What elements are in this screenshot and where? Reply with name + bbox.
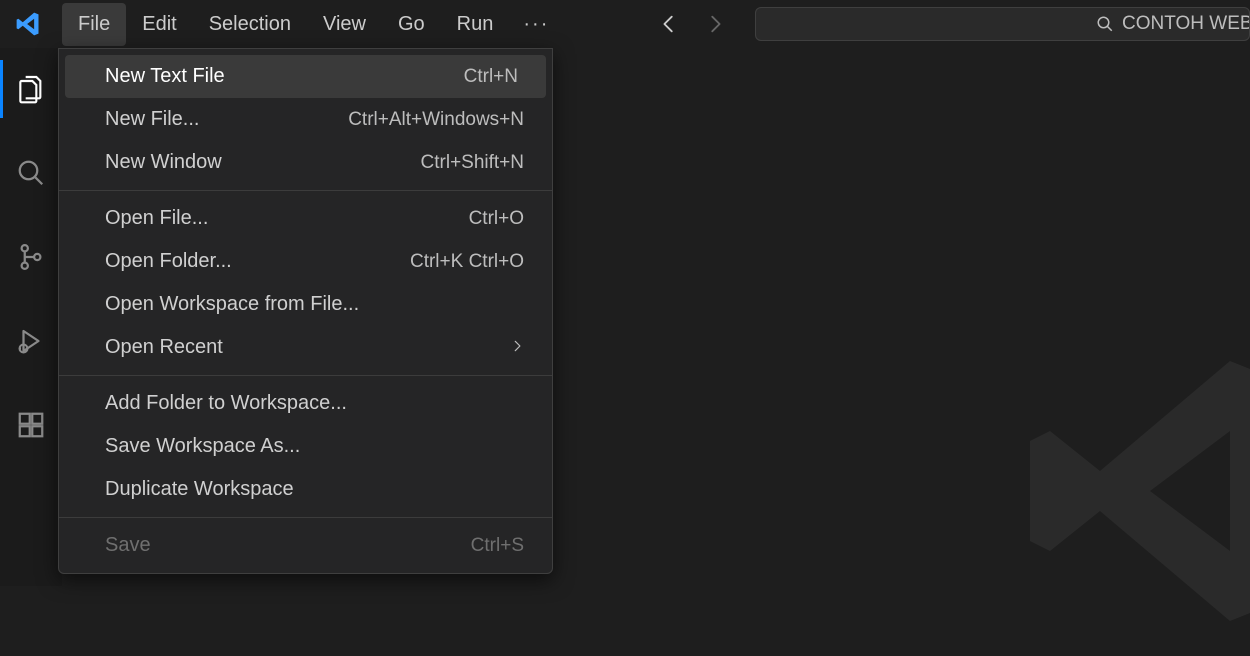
menu-label: Selection: [209, 13, 291, 35]
menu-item-run[interactable]: Run: [441, 3, 510, 46]
menu-label: Go: [398, 13, 425, 35]
activity-bar: [0, 48, 62, 586]
menu-label: File: [78, 13, 110, 35]
menu-overflow-button[interactable]: ···: [509, 3, 563, 46]
nav-arrows: [655, 0, 729, 48]
menu-save[interactable]: Save Ctrl+S: [59, 524, 552, 567]
explorer-icon: [15, 73, 47, 105]
menu-duplicate-workspace[interactable]: Duplicate Workspace: [59, 468, 552, 511]
menu-item-label: Save: [105, 534, 151, 557]
vscode-logo-icon: [12, 8, 44, 40]
activity-explorer[interactable]: [0, 66, 62, 112]
menu-save-workspace-as[interactable]: Save Workspace As...: [59, 425, 552, 468]
menu-item-shortcut: Ctrl+S: [471, 535, 524, 557]
menu-item-go[interactable]: Go: [382, 3, 441, 46]
menu-item-view[interactable]: View: [307, 3, 382, 46]
menu-open-recent[interactable]: Open Recent: [59, 326, 552, 369]
nav-forward-button[interactable]: [701, 10, 729, 38]
activity-source-control[interactable]: [0, 234, 62, 280]
menu-separator: [59, 375, 552, 376]
menu-separator: [59, 517, 552, 518]
menu-open-file[interactable]: Open File... Ctrl+O: [59, 197, 552, 240]
menu-item-shortcut: Ctrl+Alt+Windows+N: [348, 109, 524, 131]
search-icon: [1096, 15, 1114, 33]
menu-item-edit[interactable]: Edit: [126, 3, 192, 46]
menu-item-label: Open Recent: [105, 336, 223, 359]
activity-extensions[interactable]: [0, 402, 62, 448]
menu-item-label: Add Folder to Workspace...: [105, 392, 347, 415]
menu-label: Run: [457, 13, 494, 35]
menu-item-label: New File...: [105, 108, 199, 131]
extensions-icon: [16, 410, 46, 440]
menu-item-label: Open Folder...: [105, 250, 232, 273]
menu-open-workspace-file[interactable]: Open Workspace from File...: [59, 283, 552, 326]
menu-item-shortcut: Ctrl+O: [469, 208, 524, 230]
chevron-right-icon: [510, 336, 524, 359]
activity-run-debug[interactable]: [0, 318, 62, 364]
search-icon: [16, 158, 46, 188]
ellipsis-icon: ···: [523, 13, 549, 35]
menu-item-label: New Text File: [105, 65, 225, 88]
menu-label: View: [323, 13, 366, 35]
search-text: CONTOH WEBS: [1122, 13, 1250, 35]
menu-new-window[interactable]: New Window Ctrl+Shift+N: [59, 141, 552, 184]
arrow-right-icon: [704, 13, 726, 35]
menu-item-label: Open File...: [105, 207, 208, 230]
command-center-search[interactable]: CONTOH WEBS: [755, 7, 1250, 41]
menu-open-folder[interactable]: Open Folder... Ctrl+K Ctrl+O: [59, 240, 552, 283]
nav-back-button[interactable]: [655, 10, 683, 38]
source-control-icon: [16, 242, 46, 272]
menu-new-file[interactable]: New File... Ctrl+Alt+Windows+N: [59, 98, 552, 141]
menu-item-selection[interactable]: Selection: [193, 3, 307, 46]
menu-item-label: Save Workspace As...: [105, 435, 300, 458]
activity-search[interactable]: [0, 150, 62, 196]
menu-item-shortcut: Ctrl+N: [464, 66, 518, 88]
menu-item-label: Duplicate Workspace: [105, 478, 294, 501]
menu-add-folder-workspace[interactable]: Add Folder to Workspace...: [59, 382, 552, 425]
run-debug-icon: [16, 326, 46, 356]
menu-item-shortcut: Ctrl+Shift+N: [421, 152, 524, 174]
menubar: File Edit Selection View Go Run ··· CONT…: [0, 0, 1250, 48]
menu-label: Edit: [142, 13, 176, 35]
arrow-left-icon: [658, 13, 680, 35]
menu-item-list: File Edit Selection View Go Run ···: [62, 3, 563, 46]
vscode-watermark-icon: [1000, 331, 1250, 656]
menu-new-text-file[interactable]: New Text File Ctrl+N: [65, 55, 546, 98]
menu-item-file[interactable]: File: [62, 3, 126, 46]
menu-item-label: Open Workspace from File...: [105, 293, 359, 316]
menu-separator: [59, 190, 552, 191]
menu-item-label: New Window: [105, 151, 222, 174]
file-menu-dropdown: New Text File Ctrl+N New File... Ctrl+Al…: [58, 48, 553, 574]
menu-item-shortcut: Ctrl+K Ctrl+O: [410, 251, 524, 273]
